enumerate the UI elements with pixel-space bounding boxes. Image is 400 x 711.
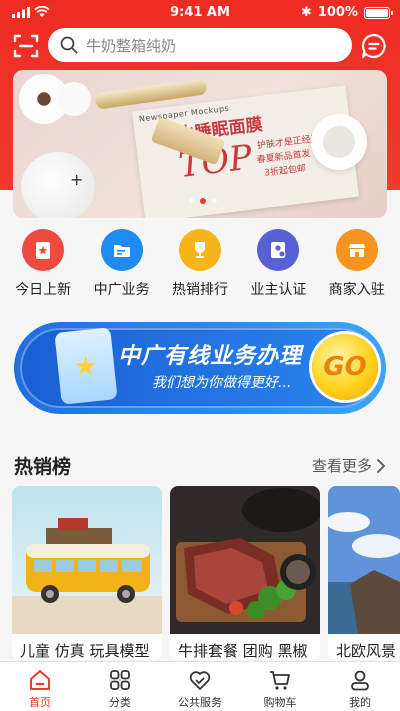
tab-category[interactable]: 分类: [80, 662, 160, 711]
tab-public-service[interactable]: 公共服务: [160, 662, 240, 711]
new-today-icon: [22, 229, 65, 271]
quick-nav-label: 商家入驻: [328, 282, 385, 298]
carousel-dot: [189, 198, 194, 203]
bluetooth-icon: ✱: [300, 5, 312, 20]
search-row: 牛奶整箱纯奶: [0, 28, 400, 64]
plus-icon: +: [70, 170, 84, 189]
heart-check-icon: [189, 671, 211, 690]
home-icon: [30, 670, 50, 690]
product-image-steak: [170, 486, 320, 634]
tab-home[interactable]: 首页: [0, 662, 80, 711]
carousel-indicator: [189, 198, 217, 204]
scan-icon: [13, 34, 39, 58]
quick-nav-label: 中广业务: [93, 282, 150, 298]
quick-nav-business[interactable]: 中广业务: [85, 229, 159, 301]
search-input[interactable]: 牛奶整箱纯奶: [48, 28, 352, 62]
cart-icon: [270, 671, 290, 690]
tab-cart[interactable]: 购物车: [240, 662, 320, 711]
quick-nav: 今日上新 中广业务 热销排行 业主认证 商家入驻: [0, 229, 400, 301]
search-placeholder: 牛奶整箱纯奶: [86, 36, 177, 55]
vase-decoration: [57, 82, 91, 116]
folder-icon: [100, 229, 143, 271]
product-card[interactable]: 牛排套餐 团购 黑椒: [170, 486, 320, 660]
status-bar: 9:41 AM ✱ 100%: [0, 0, 400, 26]
message-icon: [361, 33, 386, 59]
battery-icon: [364, 6, 393, 19]
product-name: 儿童 仿真 玩具模型: [20, 642, 150, 660]
tab-label: 首页: [29, 696, 51, 709]
product-name: 牛排套餐 团购 黑椒: [178, 642, 308, 660]
product-name: 北欧风景: [336, 642, 397, 660]
banner-carousel[interactable]: Newspaper Mockups 补水睡眠面膜 TOP 护肤才是正经事 春夏新…: [13, 70, 387, 218]
tab-label: 我的: [349, 696, 371, 709]
product-image-bus: [12, 486, 162, 634]
id-card-icon: [257, 229, 300, 271]
chevron-right-icon: [377, 458, 386, 473]
quick-nav-hot-ranking[interactable]: 热销排行: [163, 229, 237, 301]
go-button[interactable]: GO: [312, 334, 378, 400]
promo-banner[interactable]: ★ 中广有线业务办理 我们想为你做得更好... GO: [14, 322, 386, 414]
section-title: 热销榜: [14, 456, 72, 478]
quick-nav-new-today[interactable]: 今日上新: [6, 229, 80, 301]
speaker-decoration: [21, 152, 95, 218]
promo-title: 中广有线业务办理: [118, 344, 303, 369]
scan-button[interactable]: [12, 32, 40, 60]
product-card[interactable]: 儿童 仿真 玩具模型: [12, 486, 162, 660]
tab-label: 公共服务: [178, 696, 222, 709]
product-image-landscape: [328, 486, 400, 634]
hot-products-list: 儿童 仿真 玩具模型 牛排套餐 团购 黑椒 北欧风景: [12, 486, 400, 660]
tab-label: 分类: [109, 696, 131, 709]
battery-percent: 100%: [317, 5, 358, 20]
grid-icon: [110, 670, 130, 690]
person-icon: [351, 670, 369, 691]
carousel-dot-active: [200, 198, 206, 204]
see-more-label: 查看更多: [311, 457, 372, 475]
carousel-dot: [212, 198, 217, 203]
message-button[interactable]: [360, 32, 388, 60]
bottom-tab-bar: 首页 分类 公共服务 购物车 我的: [0, 661, 400, 711]
tab-mine[interactable]: 我的: [320, 662, 400, 711]
coffee-cup: [311, 114, 367, 170]
star-icon: ★: [74, 352, 98, 382]
promo-subtitle: 我们想为你做得更好...: [152, 375, 292, 391]
search-icon: [60, 36, 78, 54]
quick-nav-label: 热销排行: [171, 282, 228, 298]
trophy-icon: [178, 229, 221, 271]
see-more-link[interactable]: 查看更多: [312, 455, 386, 476]
quick-nav-merchant-join[interactable]: 商家入驻: [320, 229, 394, 301]
product-card[interactable]: 北欧风景: [328, 486, 400, 660]
quick-nav-label: 今日上新: [15, 282, 72, 298]
quick-nav-label: 业主认证: [250, 282, 307, 298]
tab-label: 购物车: [263, 696, 297, 709]
quick-nav-owner-auth[interactable]: 业主认证: [241, 229, 315, 301]
store-icon: [335, 229, 378, 271]
